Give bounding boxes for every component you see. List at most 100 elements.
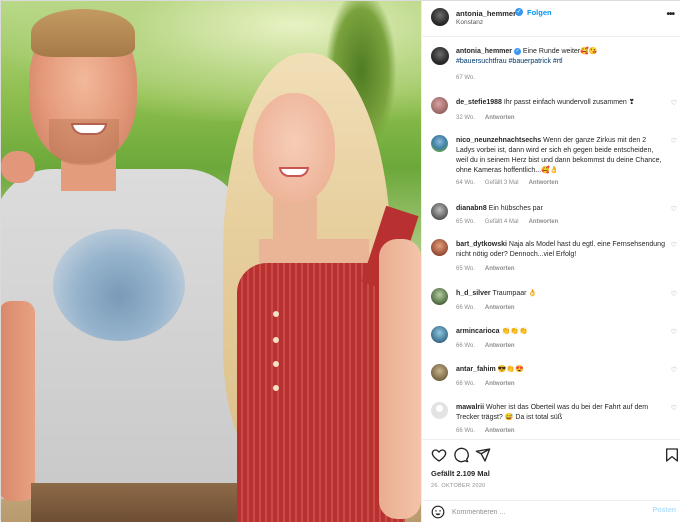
reply-button[interactable]: Antworten	[485, 266, 515, 272]
commenter-avatar[interactable]	[431, 239, 448, 256]
comment-body: Ihr passt einfach wundervoll zusammen ❣	[501, 99, 635, 106]
commenter-avatar[interactable]	[431, 402, 448, 419]
comment-meta: 66 Wo. Antworten	[456, 305, 525, 311]
comment-text: antar_fahim 😎👏😍	[456, 365, 666, 375]
more-options-icon[interactable]: •••	[666, 9, 674, 20]
comment-age: 32 Wo.	[456, 115, 475, 121]
comment-body: 👏👏👏	[499, 328, 528, 335]
comment-username[interactable]: bart_dytkowski	[456, 241, 507, 248]
post-side-panel: antonia_hemmer ✓ Folgen Konstanz ••• ant…	[421, 1, 680, 522]
dress-button	[273, 361, 279, 367]
comment-username[interactable]: h_d_silver	[456, 290, 491, 297]
comment-age: 66 Wo.	[456, 305, 475, 311]
post-header: antonia_hemmer ✓ Folgen Konstanz •••	[422, 1, 680, 37]
caption-body: Eine Runde weiter🥰😘	[520, 48, 598, 55]
reply-button[interactable]: Antworten	[485, 343, 515, 349]
comment-meta: 32 Wo. Antworten	[456, 115, 525, 121]
post-location[interactable]: Konstanz	[456, 19, 483, 26]
verified-badge-icon: ✓	[513, 47, 521, 55]
reply-button[interactable]: Antworten	[485, 428, 515, 434]
dress-button	[273, 385, 279, 391]
comment-meta: 65 Wo. Antworten	[456, 266, 525, 272]
comment-like-icon[interactable]: ♡	[671, 290, 677, 298]
comment-username[interactable]: nico_neunzehnachtsechs	[456, 137, 541, 144]
comment-like-icon[interactable]: ♡	[671, 366, 677, 374]
comments-list[interactable]: de_stefie1988 Ihr passt einfach wundervo…	[422, 93, 680, 438]
caption-text: antonia_hemmer ✓ Eine Runde weiter🥰😘 #ba…	[456, 47, 671, 67]
woman-arm	[379, 239, 421, 519]
comment-text: mawalrii Woher ist das Oberteil was du b…	[456, 403, 666, 423]
reply-button[interactable]: Antworten	[485, 381, 515, 387]
comment-body: Woher ist das Oberteil was du bei der Fa…	[456, 404, 649, 421]
author-avatar[interactable]	[431, 8, 449, 26]
commenter-avatar[interactable]	[431, 97, 448, 114]
comment-like-icon[interactable]: ♡	[671, 99, 677, 107]
comment-text: armincarioca 👏👏👏	[456, 327, 666, 337]
comment-body: 😎👏😍	[495, 366, 524, 373]
caption-hashtags[interactable]: #bauersuchtfrau #bauerpatrick #rtl	[456, 58, 563, 65]
emoji-icon[interactable]	[431, 505, 445, 519]
verified-badge-icon: ✓	[515, 8, 523, 16]
caption-username[interactable]: antonia_hemmer	[456, 48, 512, 55]
comment-like-icon[interactable]: ♡	[671, 241, 677, 249]
comment-like-icon[interactable]: ♡	[671, 328, 677, 336]
comment-body: Ein hübsches par	[486, 205, 543, 212]
man-hand	[1, 151, 35, 183]
comment-text: h_d_silver Traumpaar 👌	[456, 289, 666, 299]
comment-username[interactable]: dianabn8	[456, 205, 487, 212]
comment-age: 65 Wo.	[456, 219, 475, 225]
comment-meta: 65 Wo. Gefällt 4 Mal Antworten	[456, 219, 568, 225]
comment-text: nico_neunzehnachtsechs Wenn der ganze Zi…	[456, 136, 666, 176]
comment-meta: 66 Wo. Antworten	[456, 428, 525, 434]
heart-icon[interactable]	[431, 447, 447, 463]
man-hair	[31, 9, 135, 57]
post-photo[interactable]	[1, 1, 421, 522]
author-username[interactable]: antonia_hemmer	[456, 9, 516, 18]
comment-icon[interactable]	[453, 447, 469, 463]
comment-age: 66 Wo.	[456, 428, 475, 434]
comment-like-icon[interactable]: ♡	[671, 137, 677, 145]
comment-text: bart_dytkowski Naja als Model hast du eg…	[456, 240, 666, 260]
post-actions	[422, 439, 680, 469]
likes-count[interactable]: Gefällt 2.109 Mal	[431, 469, 490, 478]
commenter-avatar[interactable]	[431, 288, 448, 305]
bookmark-icon[interactable]	[664, 447, 680, 463]
man-arm	[1, 301, 35, 501]
comment-likes[interactable]: Gefällt 4 Mal	[485, 219, 519, 225]
reply-button[interactable]: Antworten	[529, 180, 559, 186]
comment-age: 66 Wo.	[456, 343, 475, 349]
comment-likes[interactable]: Gefällt 3 Mal	[485, 180, 519, 186]
dress-button	[273, 311, 279, 317]
comment-meta: 64 Wo. Gefällt 3 Mal Antworten	[456, 180, 568, 186]
comment-age: 66 Wo.	[456, 381, 475, 387]
comment-age: 65 Wo.	[456, 266, 475, 272]
commenter-avatar[interactable]	[431, 203, 448, 220]
dress-button	[273, 337, 279, 343]
reply-button[interactable]: Antworten	[485, 115, 515, 121]
comment-username[interactable]: de_stefie1988	[456, 99, 502, 106]
comment-meta: 66 Wo. Antworten	[456, 381, 525, 387]
comment-input[interactable]	[452, 505, 642, 519]
follow-button[interactable]: Folgen	[527, 8, 552, 17]
comment-like-icon[interactable]: ♡	[671, 404, 677, 412]
man-pants	[31, 483, 241, 522]
comment-like-icon[interactable]: ♡	[671, 205, 677, 213]
commenter-avatar[interactable]	[431, 326, 448, 343]
comment-username[interactable]: armincarioca	[456, 328, 500, 335]
post-comment-button[interactable]: Posten	[653, 507, 676, 514]
reply-button[interactable]: Antworten	[529, 219, 559, 225]
comment-username[interactable]: mawalrii	[456, 404, 484, 411]
send-icon[interactable]	[475, 447, 491, 463]
caption-avatar[interactable]	[431, 47, 449, 65]
shirt-print	[53, 229, 185, 341]
reply-button[interactable]: Antworten	[485, 305, 515, 311]
comment-form: Posten	[422, 500, 680, 522]
comment-body: Traumpaar 👌	[490, 290, 538, 297]
caption-age: 67 Wo.	[456, 75, 475, 81]
post-date: 26. OKTOBER 2020	[431, 483, 486, 489]
comment-age: 64 Wo.	[456, 180, 475, 186]
comment-username[interactable]: antar_fahim	[456, 366, 496, 373]
commenter-avatar[interactable]	[431, 135, 448, 152]
comment-text: de_stefie1988 Ihr passt einfach wundervo…	[456, 98, 666, 108]
commenter-avatar[interactable]	[431, 364, 448, 381]
